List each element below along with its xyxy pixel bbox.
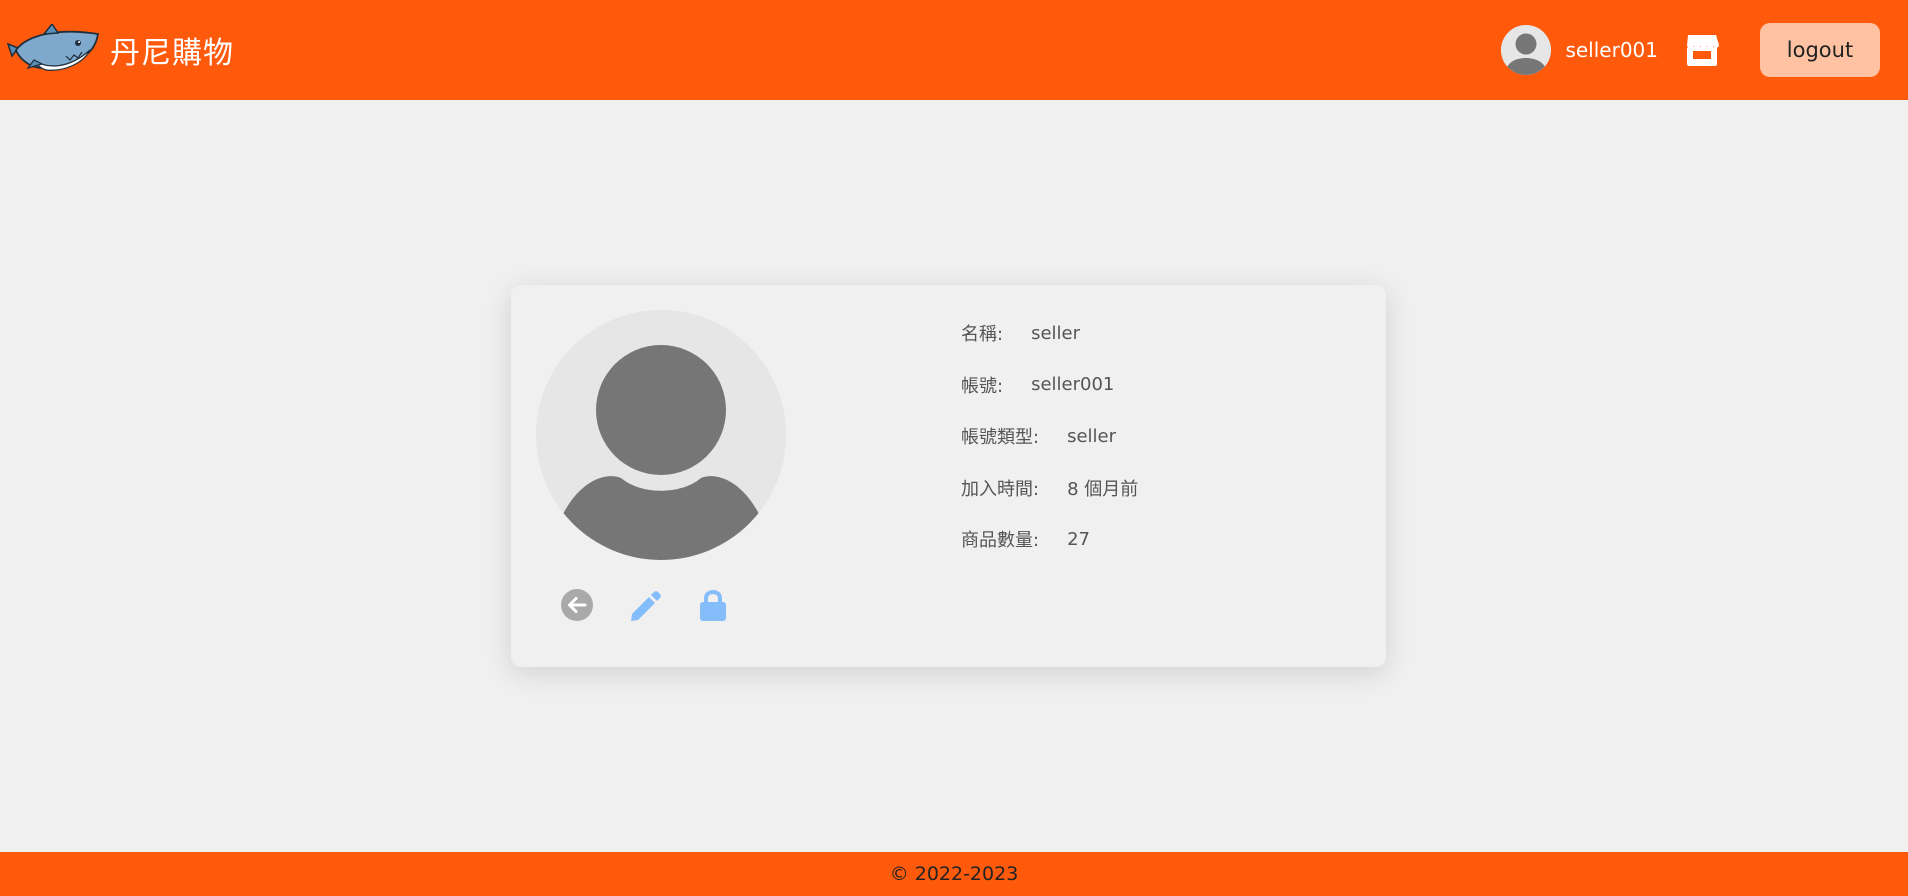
info-label: 帳號類型: — [961, 427, 1040, 448]
logout-button[interactable]: logout — [1760, 23, 1880, 77]
info-value: 27 — [1067, 528, 1090, 550]
pencil-icon[interactable] — [627, 587, 663, 623]
username[interactable]: seller001 — [1565, 38, 1658, 62]
info-row-join-time: 加入時間: 8 個月前 — [961, 476, 1138, 500]
copyright-text: © 2022-2023 — [889, 863, 1019, 885]
info-label: 加入時間: — [961, 478, 1040, 500]
info-label: 名稱: — [961, 324, 1004, 345]
info-row-account-type: 帳號類型: seller — [961, 424, 1138, 449]
shark-logo-icon — [6, 24, 100, 71]
profile-card: 名稱: seller 帳號: seller001 帳號類型: seller 加入… — [511, 285, 1386, 667]
user-menu: seller001 logout — [1501, 23, 1880, 77]
info-label: 帳號: — [961, 375, 1004, 397]
brand-home-link[interactable]: 丹尼購物 — [4, 24, 234, 76]
profile-avatar-icon — [536, 310, 786, 560]
profile-info: 名稱: seller 帳號: seller001 帳號類型: seller 加入… — [961, 321, 1138, 579]
user-avatar-icon[interactable] — [1501, 25, 1552, 75]
top-navbar: 丹尼購物 seller001 logout — [0, 0, 1908, 100]
info-value: seller001 — [1031, 374, 1115, 395]
info-row-account: 帳號: seller001 — [961, 373, 1138, 397]
footer: © 2022-2023 — [0, 852, 1908, 896]
info-label: 商品數量: — [961, 530, 1040, 551]
info-value: seller — [1031, 322, 1081, 344]
info-row-product-count: 商品數量: 27 — [961, 527, 1138, 552]
info-row-name: 名稱: seller — [961, 321, 1138, 346]
store-icon[interactable] — [1684, 33, 1720, 67]
brand-name: 丹尼購物 — [110, 36, 234, 71]
info-value: 8 個月前 — [1067, 478, 1139, 500]
profile-actions — [559, 587, 731, 623]
back-arrow-icon[interactable] — [559, 587, 595, 623]
info-value: seller — [1067, 425, 1117, 447]
lock-icon[interactable] — [695, 587, 731, 623]
